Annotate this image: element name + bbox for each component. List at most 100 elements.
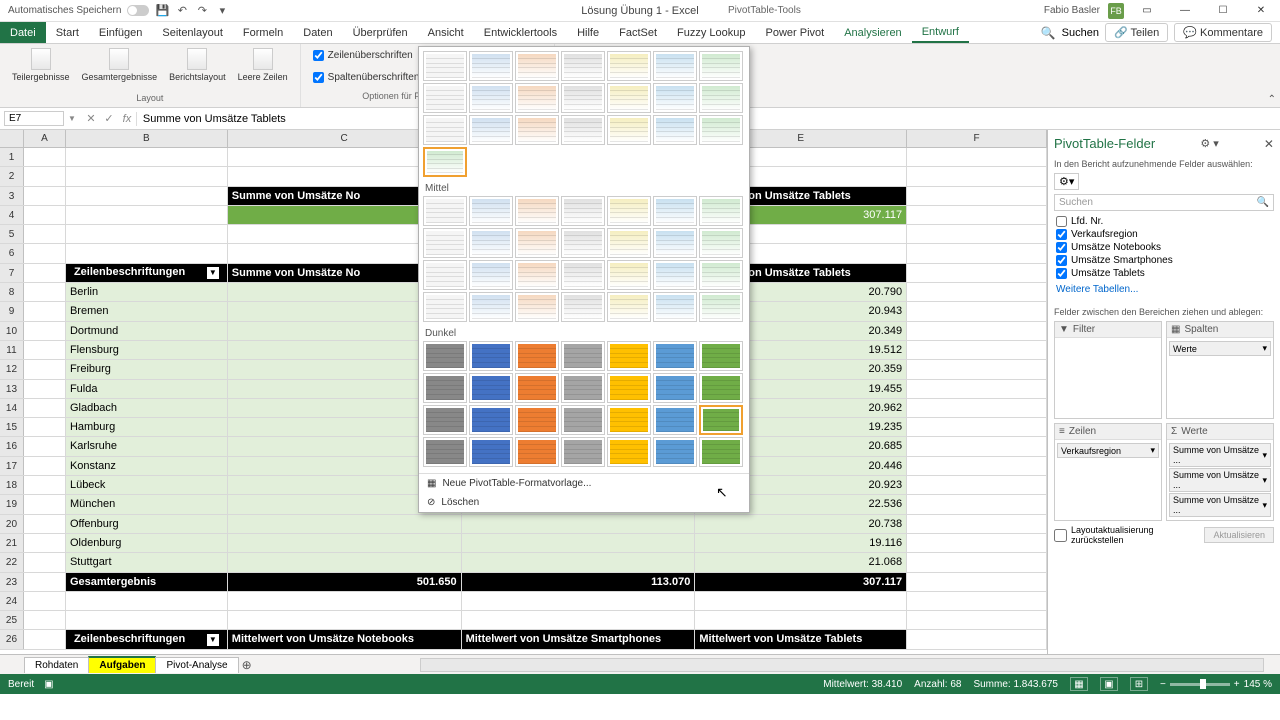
row-labels-filter-icon[interactable]: ▼: [207, 267, 219, 279]
pivot-style-thumb[interactable]: [469, 260, 513, 290]
pivot-style-thumb[interactable]: [607, 405, 651, 435]
pivot-style-thumb[interactable]: [607, 341, 651, 371]
cell[interactable]: Offenburg: [66, 515, 228, 533]
cell[interactable]: [228, 515, 462, 533]
cell[interactable]: München: [66, 495, 228, 513]
close-icon[interactable]: ✕: [1246, 1, 1276, 21]
pivot-style-thumb[interactable]: [469, 405, 513, 435]
pivot-style-thumb[interactable]: [423, 51, 467, 81]
pivot-style-thumb[interactable]: [699, 83, 743, 113]
values-area[interactable]: ΣWerte Summe von Umsätze ...▾Summe von U…: [1166, 423, 1274, 521]
field-item[interactable]: Umsätze Smartphones: [1054, 254, 1274, 267]
cell[interactable]: 113.070: [462, 573, 696, 591]
row-header[interactable]: 7: [0, 264, 24, 282]
pivot-style-thumb[interactable]: [469, 83, 513, 113]
pagelayout-view-icon[interactable]: ▣: [1100, 677, 1118, 691]
pivot-style-thumb[interactable]: [561, 373, 605, 403]
row-header[interactable]: 10: [0, 322, 24, 340]
cell[interactable]: Gladbach: [66, 399, 228, 417]
cell[interactable]: [907, 187, 1047, 205]
row-header[interactable]: 5: [0, 225, 24, 243]
sheet-tab-pivot-analyse[interactable]: Pivot-Analyse: [155, 657, 238, 673]
pivot-style-thumb[interactable]: [423, 260, 467, 290]
cell[interactable]: [907, 418, 1047, 436]
row-header[interactable]: 6: [0, 244, 24, 262]
pivot-style-thumb[interactable]: [423, 115, 467, 145]
row-labels-filter-icon[interactable]: ▼: [207, 634, 219, 646]
row-header[interactable]: 18: [0, 476, 24, 494]
row-header[interactable]: 20: [0, 515, 24, 533]
cell[interactable]: [24, 225, 66, 243]
cell[interactable]: Konstanz: [66, 457, 228, 475]
row-header[interactable]: 11: [0, 341, 24, 359]
cell[interactable]: [66, 592, 228, 610]
tab-powerpivot[interactable]: Power Pivot: [756, 22, 835, 43]
pivot-style-thumb[interactable]: [653, 373, 697, 403]
pivot-style-thumb[interactable]: [469, 196, 513, 226]
fx-icon[interactable]: fx: [118, 113, 136, 125]
cell[interactable]: [228, 534, 462, 552]
maximize-icon[interactable]: ☐: [1208, 1, 1238, 21]
pivot-style-thumb[interactable]: [469, 437, 513, 467]
cell[interactable]: [228, 553, 462, 571]
cell[interactable]: [907, 341, 1047, 359]
cell[interactable]: [66, 244, 228, 262]
pivot-style-thumb[interactable]: [561, 115, 605, 145]
pivot-style-thumb[interactable]: [515, 260, 559, 290]
row-header[interactable]: 16: [0, 437, 24, 455]
sheet-tab-rohdaten[interactable]: Rohdaten: [24, 657, 89, 673]
user-name[interactable]: Fabio Basler: [1044, 5, 1100, 16]
subtotals-button[interactable]: Teilergebnisse: [8, 46, 74, 84]
cell[interactable]: [24, 341, 66, 359]
cell[interactable]: [907, 476, 1047, 494]
cell[interactable]: [24, 573, 66, 591]
minimize-icon[interactable]: —: [1170, 1, 1200, 21]
pivot-style-thumb[interactable]: [561, 51, 605, 81]
columns-area[interactable]: ▦Spalten Werte▾: [1166, 321, 1274, 419]
pivot-style-thumb[interactable]: [607, 373, 651, 403]
row-headers-checkbox[interactable]: Zeilenüberschriften: [313, 50, 413, 61]
cell[interactable]: [907, 457, 1047, 475]
pagebreak-view-icon[interactable]: ⊞: [1130, 677, 1148, 691]
search-icon[interactable]: 🔍: [1041, 26, 1056, 40]
pivot-style-thumb[interactable]: [561, 260, 605, 290]
pivot-style-thumb[interactable]: [699, 373, 743, 403]
tab-formeln[interactable]: Formeln: [233, 22, 293, 43]
macro-record-icon[interactable]: ▣: [44, 679, 53, 690]
pivot-style-thumb[interactable]: [699, 437, 743, 467]
pivot-style-thumb[interactable]: [515, 51, 559, 81]
horizontal-scrollbar[interactable]: [420, 658, 1264, 672]
pivot-style-thumb[interactable]: [423, 196, 467, 226]
values-pill[interactable]: Summe von Umsätze ...▾: [1169, 493, 1271, 517]
pivot-style-thumb[interactable]: [423, 292, 467, 322]
tab-seitenlayout[interactable]: Seitenlayout: [152, 22, 233, 43]
pivot-style-thumb[interactable]: [515, 83, 559, 113]
cell[interactable]: Oldenburg: [66, 534, 228, 552]
reportlayout-button[interactable]: Berichtslayout: [165, 46, 230, 84]
cell[interactable]: Hamburg: [66, 418, 228, 436]
field-item[interactable]: Umsätze Notebooks: [1054, 241, 1274, 254]
pivot-style-thumb[interactable]: [515, 341, 559, 371]
cell[interactable]: [907, 380, 1047, 398]
cell[interactable]: [907, 573, 1047, 591]
row-header[interactable]: 17: [0, 457, 24, 475]
pivot-style-thumb[interactable]: [699, 405, 743, 435]
field-search-input[interactable]: Suchen 🔍: [1054, 194, 1274, 211]
sheet-tab-aufgaben[interactable]: Aufgaben: [88, 656, 156, 673]
row-header[interactable]: 19: [0, 495, 24, 513]
pivot-style-thumb[interactable]: [653, 115, 697, 145]
cell[interactable]: Fulda: [66, 380, 228, 398]
cell[interactable]: [24, 611, 66, 629]
cell[interactable]: [907, 244, 1047, 262]
comments-button[interactable]: 💬 Kommentare: [1174, 23, 1272, 42]
cell[interactable]: Mittelwert von Umsätze Notebooks: [228, 630, 462, 648]
field-item[interactable]: Umsätze Tablets: [1054, 267, 1274, 280]
row-header[interactable]: 12: [0, 360, 24, 378]
cell[interactable]: Freiburg: [66, 360, 228, 378]
col-header-a[interactable]: A: [24, 130, 66, 147]
pivot-style-thumb[interactable]: [423, 437, 467, 467]
row-header[interactable]: 8: [0, 283, 24, 301]
values-pill[interactable]: Summe von Umsätze ...▾: [1169, 443, 1271, 467]
pivot-style-thumb[interactable]: [699, 196, 743, 226]
pivot-style-thumb[interactable]: [423, 341, 467, 371]
